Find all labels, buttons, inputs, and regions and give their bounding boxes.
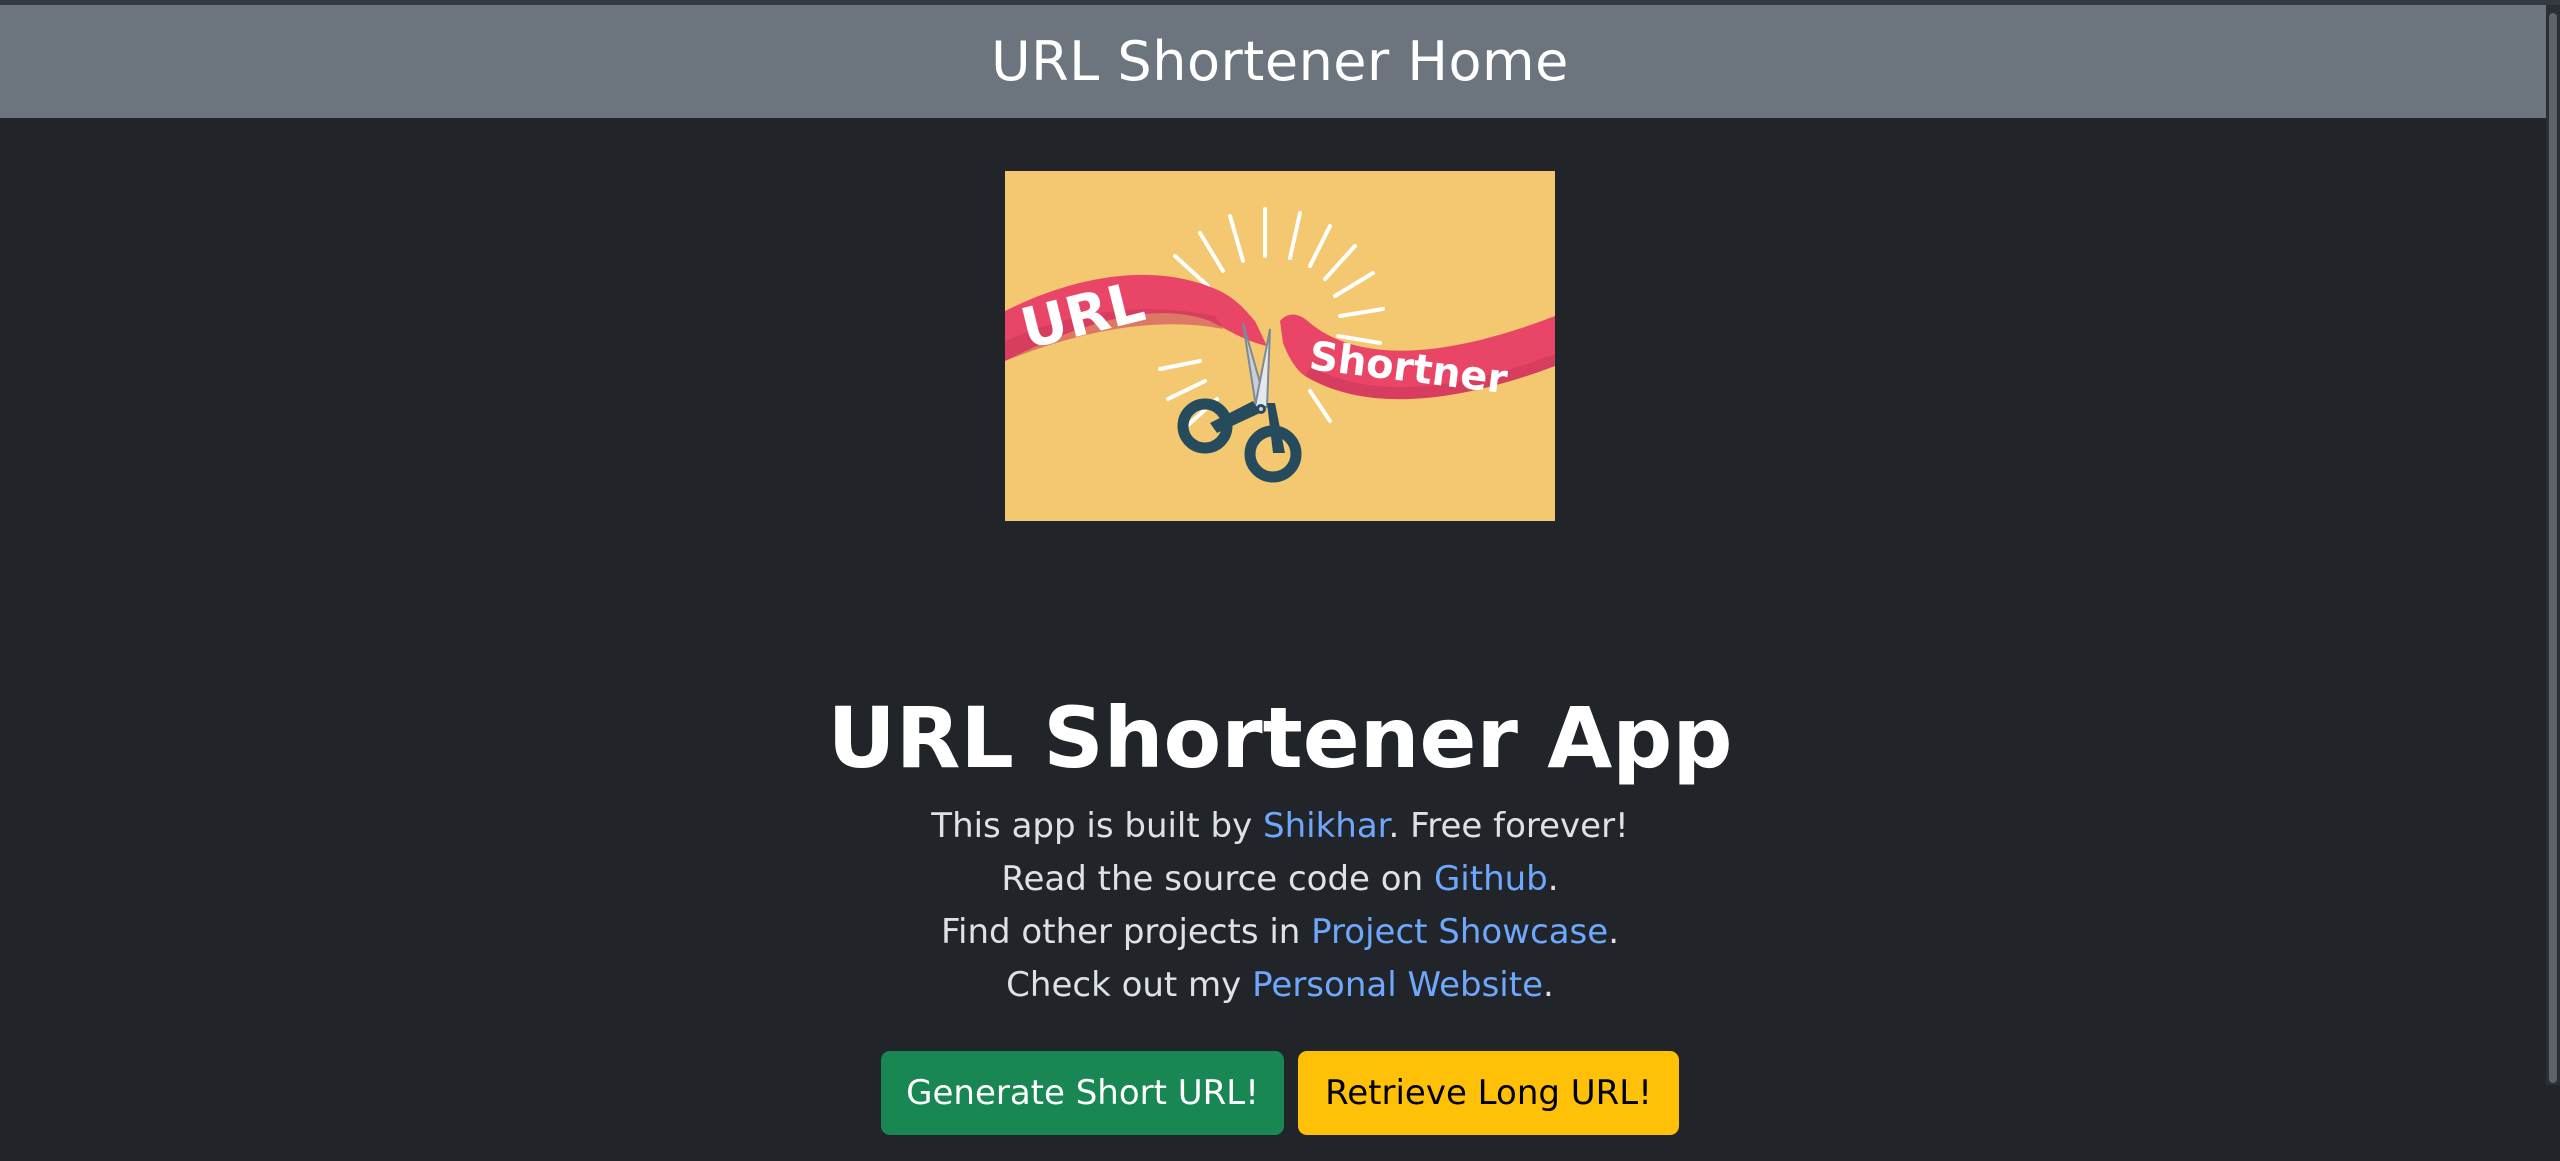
app-info: This app is built by Shikhar. Free forev… xyxy=(0,800,2560,1012)
author-link[interactable]: Shikhar xyxy=(1263,806,1389,846)
info-line-author: This app is built by Shikhar. Free forev… xyxy=(0,800,2560,853)
info-text: Read the source code on xyxy=(1001,859,1434,899)
info-line-source: Read the source code on Github. xyxy=(0,853,2560,906)
project-showcase-link[interactable]: Project Showcase xyxy=(1311,912,1608,952)
generate-short-url-button[interactable]: Generate Short URL! xyxy=(881,1051,1284,1135)
page-header: URL Shortener Home xyxy=(0,5,2560,118)
info-text: . xyxy=(1608,912,1620,952)
url-shortener-logo: URL Shortner xyxy=(1005,171,1555,521)
retrieve-long-url-button[interactable]: Retrieve Long URL! xyxy=(1298,1051,1679,1135)
info-text: Find other projects in xyxy=(940,912,1312,952)
info-text: This app is built by xyxy=(931,806,1264,846)
app-title: URL Shortener App xyxy=(827,689,1733,787)
github-link[interactable]: Github xyxy=(1434,859,1548,899)
info-line-website: Check out my Personal Website. xyxy=(0,959,2560,1012)
info-line-projects: Find other projects in Project Showcase. xyxy=(0,906,2560,959)
info-text: Check out my xyxy=(1006,965,1253,1005)
header-title: URL Shortener Home xyxy=(991,30,1569,93)
info-text: . Free forever! xyxy=(1388,806,1629,846)
info-text: . xyxy=(1547,859,1559,899)
info-text: . xyxy=(1543,965,1554,1005)
personal-website-link[interactable]: Personal Website xyxy=(1252,965,1543,1005)
